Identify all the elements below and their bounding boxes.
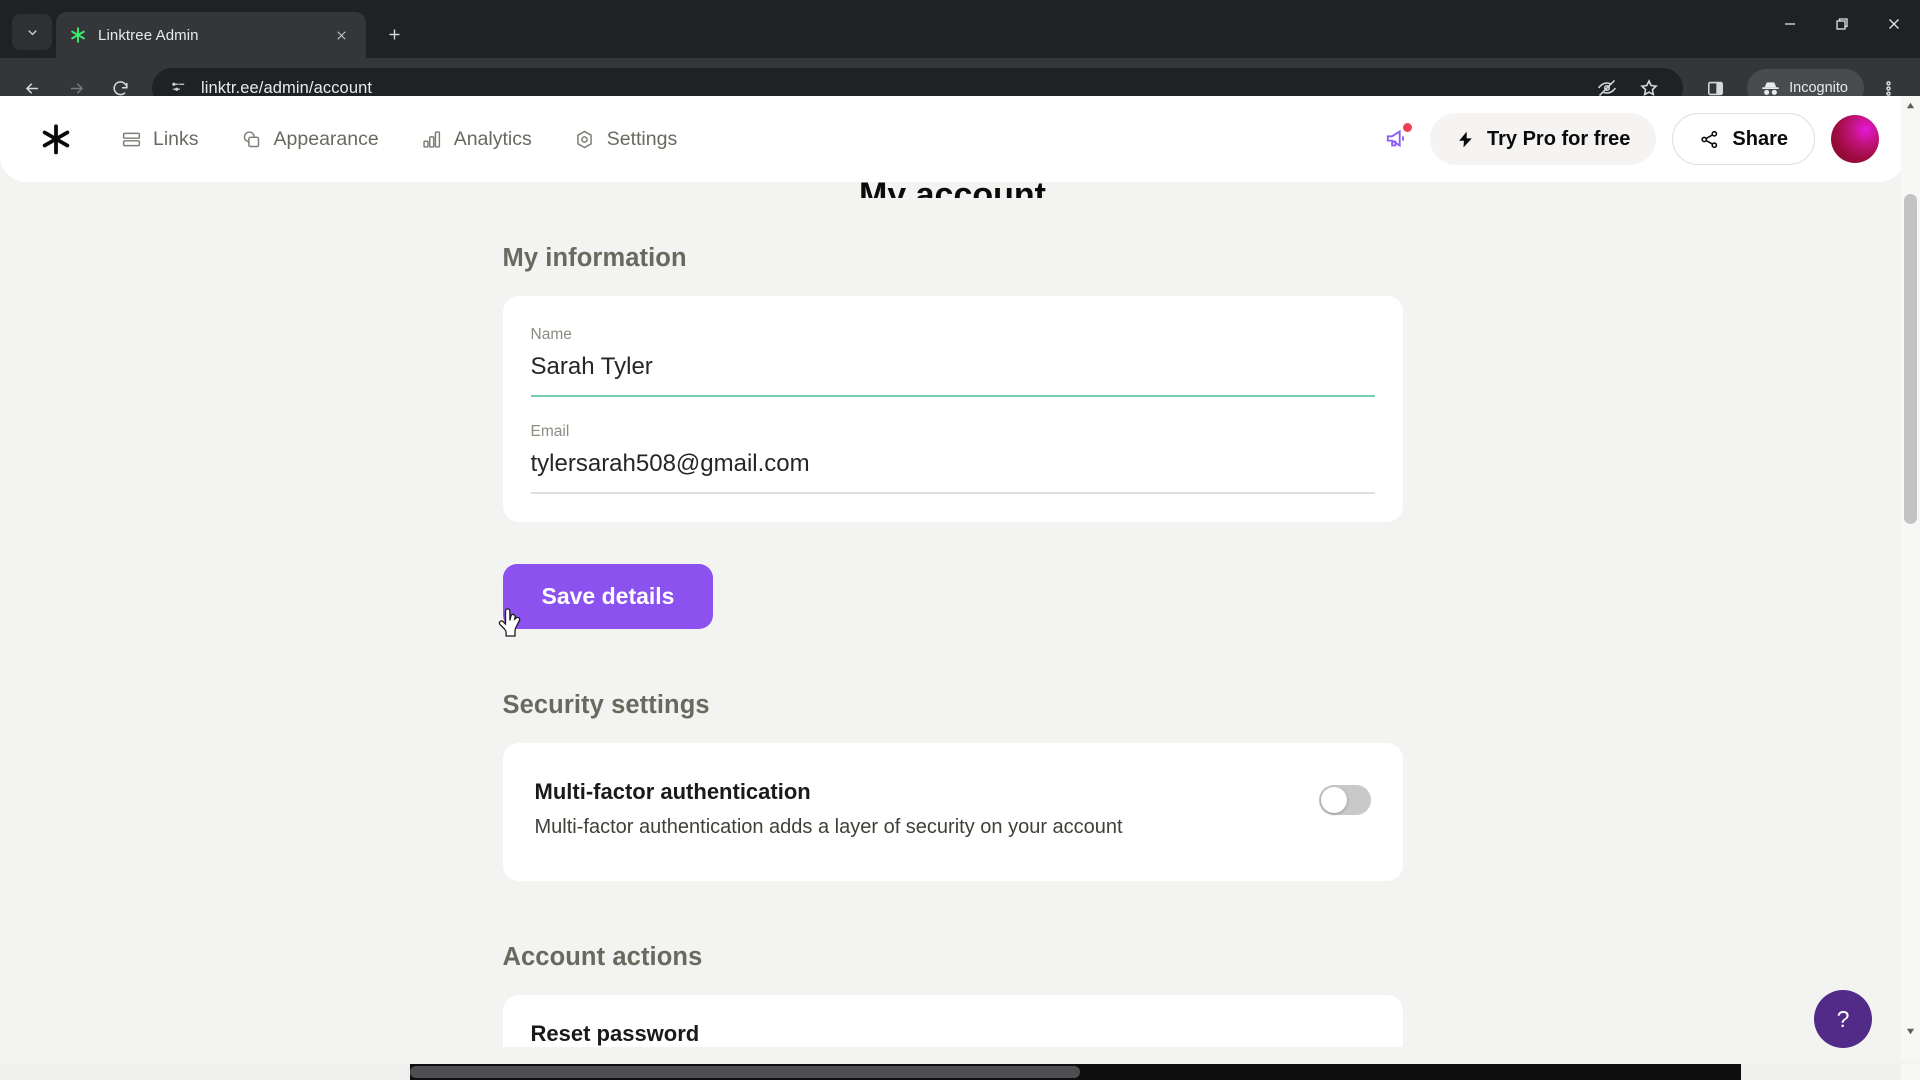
- scrollbar-corner: [1901, 1064, 1920, 1080]
- browser-tab[interactable]: Linktree Admin: [56, 12, 366, 58]
- lightning-bolt-icon: [1459, 131, 1472, 147]
- account-actions-card: Reset password: [502, 995, 1403, 1048]
- app-header: Links Appearance Analytics Settings Try …: [0, 96, 1905, 182]
- appearance-shapes-icon: [241, 128, 263, 150]
- mfa-toggle-knob: [1320, 787, 1347, 814]
- plus-icon: [389, 29, 399, 39]
- browser-window: Linktree Admin linktr.ee/admin/account I…: [0, 0, 1920, 1080]
- share-nodes-icon: [1701, 130, 1718, 148]
- security-settings-card: Multi-factor authentication Multi-factor…: [502, 743, 1403, 882]
- mouse-cursor-pointer: [498, 608, 521, 637]
- side-panel-icon: [1707, 81, 1723, 95]
- window-controls: [1764, 0, 1920, 48]
- nav-item-label: Links: [153, 127, 199, 150]
- page-info-icon[interactable]: [168, 78, 188, 98]
- new-tab-button[interactable]: [376, 16, 412, 52]
- url-text[interactable]: linktr.ee/admin/account: [201, 79, 1574, 98]
- security-settings-title: Security settings: [502, 691, 710, 720]
- help-button[interactable]: ?: [1814, 990, 1872, 1048]
- close-icon: [336, 30, 346, 40]
- page-viewport: Links Appearance Analytics Settings Try …: [0, 96, 1920, 1080]
- incognito-label: Incognito: [1789, 80, 1848, 96]
- section-spacer-2: [503, 881, 1403, 943]
- name-label: Name: [530, 326, 572, 343]
- nav-item-settings[interactable]: Settings: [558, 118, 693, 161]
- try-pro-button[interactable]: Try Pro for free: [1430, 113, 1657, 165]
- email-input[interactable]: tylersarah508@gmail.com: [531, 450, 1375, 492]
- nav-item-label: Analytics: [453, 127, 532, 150]
- settings-hex-icon: [574, 128, 596, 150]
- eye-slash-icon: [1598, 79, 1617, 97]
- three-dot-menu-icon: [1885, 80, 1891, 96]
- my-information-card: Name Sarah Tyler Email tylersarah508@gma…: [502, 296, 1403, 523]
- email-underline: [530, 492, 1375, 495]
- name-underline: [530, 395, 1375, 398]
- email-label: Email: [530, 423, 570, 441]
- name-field-group: Name Sarah Tyler: [530, 322, 1375, 398]
- nav-item-links[interactable]: Links: [104, 118, 215, 161]
- account-actions-title: Account actions: [502, 943, 703, 972]
- email-field-group: Email tylersarah508@gmail.com: [530, 419, 1375, 495]
- my-information-title: My information: [502, 244, 687, 272]
- tab-search-button[interactable]: [12, 14, 52, 50]
- avatar[interactable]: [1831, 115, 1879, 163]
- save-details-button[interactable]: Save details: [502, 564, 714, 630]
- tab-close-button[interactable]: [328, 22, 354, 48]
- star-icon: [1640, 79, 1658, 96]
- mfa-toggle[interactable]: [1318, 785, 1371, 816]
- share-button[interactable]: Share: [1672, 113, 1815, 165]
- maximize-button[interactable]: [1816, 0, 1868, 48]
- scroll-down-button[interactable]: [1901, 1022, 1920, 1040]
- share-label: Share: [1732, 127, 1788, 150]
- content-column: My information Name Sarah Tyler Email ty…: [502, 182, 1403, 1048]
- try-pro-label: Try Pro for free: [1487, 127, 1631, 150]
- nav-item-appearance[interactable]: Appearance: [225, 118, 395, 161]
- mfa-row: Multi-factor authentication Multi-factor…: [531, 769, 1375, 853]
- name-input[interactable]: Sarah Tyler: [531, 353, 1375, 395]
- mfa-description: Multi-factor authentication adds a layer…: [534, 816, 1123, 839]
- nav-item-label: Settings: [606, 127, 678, 150]
- nav-item-analytics[interactable]: Analytics: [405, 118, 548, 161]
- mfa-title: Multi-factor authentication: [534, 779, 811, 805]
- minimize-icon: [1785, 23, 1795, 25]
- linktree-asterisk-icon: [68, 25, 88, 45]
- scroll-up-button[interactable]: [1901, 96, 1920, 114]
- vertical-scrollbar[interactable]: [1901, 96, 1920, 1060]
- reset-password-item[interactable]: Reset password: [531, 1021, 1375, 1047]
- chevron-up-icon: [1906, 102, 1915, 108]
- tab-strip: Linktree Admin: [0, 0, 1920, 58]
- tab-title: Linktree Admin: [98, 26, 199, 44]
- hscroll-track-right[interactable]: [1741, 1064, 1901, 1080]
- announcements-button[interactable]: [1380, 122, 1414, 156]
- notification-dot: [1403, 123, 1413, 132]
- mfa-text: Multi-factor authentication Multi-factor…: [535, 779, 1319, 839]
- forward-arrow-icon: [70, 82, 83, 94]
- back-arrow-icon: [25, 82, 38, 94]
- reload-icon: [112, 80, 128, 95]
- linktree-logo-icon[interactable]: [36, 119, 76, 159]
- links-stack-icon: [120, 128, 142, 150]
- app-nav: Links Appearance Analytics Settings: [104, 118, 693, 161]
- hscroll-track-left[interactable]: [0, 1064, 410, 1080]
- vertical-scrollbar-thumb[interactable]: [1904, 194, 1917, 524]
- analytics-bars-icon: [421, 128, 443, 150]
- restore-window-icon: [1836, 18, 1848, 30]
- window-close-icon: [1889, 19, 1899, 29]
- horizontal-scrollbar-thumb[interactable]: [410, 1066, 1080, 1078]
- window-close-button[interactable]: [1868, 0, 1920, 48]
- horizontal-scrollbar[interactable]: [0, 1064, 1901, 1080]
- nav-item-label: Appearance: [273, 127, 379, 150]
- minimize-button[interactable]: [1764, 0, 1816, 48]
- header-actions: Try Pro for free Share: [1380, 113, 1879, 165]
- page-content: My account My information Name Sarah Tyl…: [0, 176, 1905, 1048]
- chevron-down-icon: [1906, 1028, 1915, 1034]
- tab-search-chevron-icon: [27, 29, 37, 35]
